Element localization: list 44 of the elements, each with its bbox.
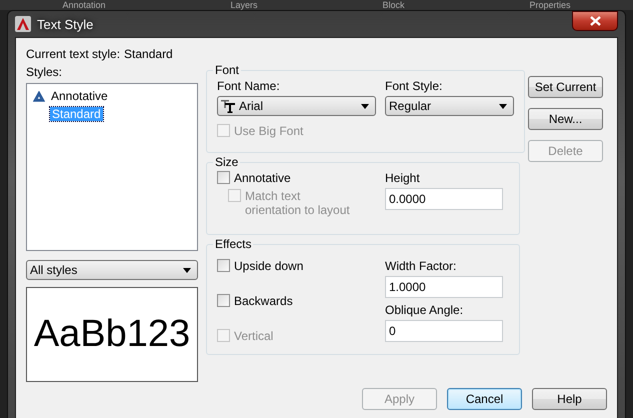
preview-text: AaBb123: [34, 313, 190, 356]
effect-label: Vertical: [234, 329, 274, 343]
font-type-icon: [221, 100, 235, 112]
effects-legend: Effects: [213, 237, 254, 251]
ribbon-tab[interactable]: Block: [382, 0, 404, 10]
font-style-label: Font Style:: [385, 79, 444, 93]
footer-button[interactable]: Cancel: [447, 388, 522, 410]
current-style-label: Current text style:: [26, 47, 120, 61]
effect-label: Backwards: [234, 294, 293, 308]
oblique-angle-label: Oblique Angle:: [385, 303, 464, 317]
use-big-font-label: Use Big Font: [234, 124, 304, 138]
effect-label: Upside down: [234, 259, 304, 273]
annotative-label: Annotative: [234, 171, 291, 185]
width-factor-field[interactable]: 1.0000: [385, 276, 503, 298]
caret-icon: [361, 104, 369, 108]
font-style-dropdown[interactable]: Regular: [385, 96, 514, 116]
caret-icon: [183, 268, 191, 272]
side-button[interactable]: Set Current: [528, 76, 603, 98]
font-name-label: Font Name:: [217, 79, 281, 93]
match-orientation-label: Match text orientation to layout: [245, 189, 351, 217]
font-legend: Font: [213, 63, 242, 77]
footer-button[interactable]: Help: [532, 388, 607, 410]
width-factor-label: Width Factor:: [385, 259, 458, 273]
effect-checkbox[interactable]: [217, 259, 230, 272]
window-title: Text Style: [37, 16, 94, 32]
style-filter-dropdown[interactable]: All styles: [26, 260, 198, 280]
oblique-angle-field[interactable]: 0: [385, 320, 503, 342]
effect-checkbox[interactable]: [217, 294, 230, 307]
styles-label: Styles:: [26, 65, 64, 79]
font-name-dropdown[interactable]: Arial: [217, 96, 376, 116]
caret-icon: [499, 104, 507, 108]
current-style-value: Standard: [124, 47, 173, 61]
close-icon: [590, 16, 600, 26]
close-button[interactable]: [572, 11, 618, 31]
app-logo-icon: [15, 16, 31, 32]
ribbon-tab[interactable]: Annotation: [62, 0, 106, 10]
annotative-checkbox[interactable]: [217, 171, 230, 184]
ribbon-tab[interactable]: Properties: [529, 0, 570, 10]
height-field[interactable]: 0.0000: [385, 188, 503, 210]
size-legend: Size: [213, 155, 240, 169]
side-button[interactable]: New...: [528, 108, 603, 130]
style-list-item[interactable]: Annotative: [49, 89, 110, 103]
height-label: Height: [385, 171, 421, 185]
ribbon-tab[interactable]: Layers: [230, 0, 258, 10]
